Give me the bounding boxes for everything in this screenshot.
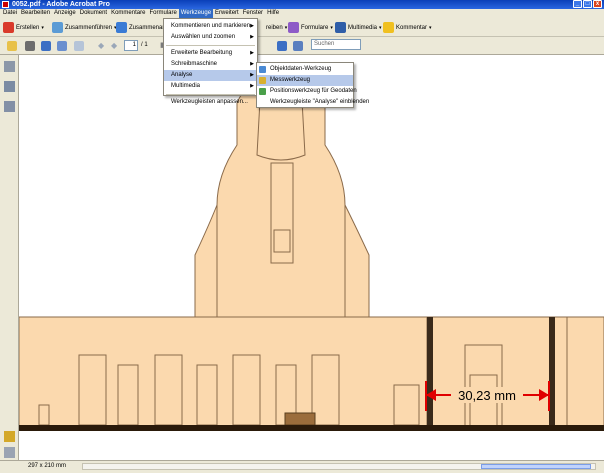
altar-block (284, 412, 316, 426)
menu-item-object-data-tool[interactable]: Objektdaten-Werkzeug (257, 64, 353, 75)
menu-hilfe[interactable]: Hilfe (265, 9, 281, 18)
layers-panel-icon[interactable] (4, 431, 15, 442)
page-total: / 1 (141, 42, 148, 48)
page-number-input[interactable]: 1 (124, 40, 138, 51)
fit-page-icon[interactable] (277, 41, 287, 51)
menu-formulare[interactable]: Formulare (147, 9, 178, 18)
close-button[interactable]: x (593, 0, 602, 8)
maximize-button[interactable]: □ (583, 0, 592, 8)
window-title: 0052.pdf - Adobe Acrobat Pro (12, 1, 110, 8)
tools-menu: Kommentieren und markieren ▶ Auswählen un… (163, 18, 258, 105)
open-folder-icon[interactable] (7, 41, 17, 51)
menu-anzeige[interactable]: Anzeige (52, 9, 78, 18)
horizontal-scrollbar[interactable] (82, 463, 596, 470)
menu-item-advanced-editing[interactable]: Erweiterte Bearbeitung ▶ (164, 48, 257, 59)
menu-bar: Datei Bearbeiten Anzeige Dokument Kommen… (0, 9, 604, 18)
analyse-submenu: Objektdaten-Werkzeug Messwerkzeug Positi… (256, 62, 369, 108)
pages-panel-icon[interactable] (4, 61, 15, 72)
ruler-icon (259, 77, 266, 84)
menu-item-comment-markup[interactable]: Kommentieren und markieren ▶ (164, 21, 257, 32)
geo-location-icon (259, 88, 266, 95)
task-toolbar: Erstellen▾ Zusammenführen▾ Zusammenarb r… (0, 18, 604, 37)
measure-label: 30,23 mm (458, 388, 516, 403)
menu-item-typewriter[interactable]: Schreibmaschine ▶ (164, 59, 257, 70)
menu-separator (166, 45, 255, 46)
menu-kommentare[interactable]: Kommentare (109, 9, 147, 18)
menu-item-geospatial-location-tool[interactable]: Positionswerkzeug für Geodaten (257, 86, 357, 97)
menu-item-select-zoom[interactable]: Auswählen und zoomen ▶ (164, 32, 257, 43)
menu-bearbeiten[interactable]: Bearbeiten (19, 9, 52, 18)
collaborate-button[interactable]: Zusammenarb (116, 21, 168, 34)
sphinx-drawing: 30,23 mm (19, 71, 604, 431)
menu-item-measuring-tool[interactable]: Messwerkzeug (257, 75, 353, 86)
sign-button[interactable]: reiben ▾ (266, 21, 287, 34)
menu-erweitert[interactable]: Erweitert (213, 9, 241, 18)
forms-button[interactable]: Formulare ▾ (288, 21, 333, 34)
file-toolbar: ◆ ◆ ▮ ▾ (0, 37, 604, 55)
multimedia-icon (335, 22, 346, 33)
menu-item-multimedia[interactable]: Multimedia ▶ (164, 81, 257, 92)
forms-icon (288, 22, 299, 33)
signatures-panel-icon[interactable] (4, 101, 15, 112)
scrollbar-thumb[interactable] (481, 464, 591, 469)
menu-fenster[interactable]: Fenster (241, 9, 265, 18)
title-bar: 0052.pdf - Adobe Acrobat Pro _ □ x (0, 0, 604, 9)
acrobat-app-icon (2, 1, 9, 8)
email-icon[interactable] (57, 41, 67, 51)
menu-item-analyse[interactable]: Analyse ▶ (164, 70, 257, 81)
menu-werkzeuge[interactable]: Werkzeuge (178, 9, 214, 18)
print-icon[interactable] (25, 41, 35, 51)
bookmarks-panel-icon[interactable] (4, 81, 15, 92)
full-screen-icon[interactable] (293, 41, 303, 51)
attachments-panel-icon[interactable] (4, 447, 15, 458)
navigation-panel (0, 55, 19, 460)
minimize-button[interactable]: _ (573, 0, 582, 8)
combine-button[interactable]: Zusammenführen▾ (52, 21, 117, 34)
menu-item-customize-toolbars[interactable]: Werkzeugleisten anpassen... (164, 97, 257, 108)
next-page-icon[interactable]: ◆ (111, 41, 117, 50)
object-data-icon (259, 66, 266, 73)
previous-page-icon[interactable]: ◆ (98, 41, 104, 50)
document-view: 30,23 mm (19, 55, 604, 460)
ground-line (19, 425, 604, 431)
menu-datei[interactable]: Datei (1, 9, 19, 18)
comment-button[interactable]: Kommentar ▾ (383, 21, 432, 34)
search-input[interactable]: Suchen (311, 39, 361, 50)
menu-dokument[interactable]: Dokument (78, 9, 109, 18)
upload-icon[interactable] (74, 41, 84, 51)
menu-separator (166, 94, 255, 95)
create-button[interactable]: Erstellen ▾ (3, 21, 44, 34)
create-pdf-icon (3, 22, 14, 33)
menu-item-show-analysis-toolbar[interactable]: Werkzeugleiste "Analyse" einblenden (257, 97, 369, 108)
save-icon[interactable] (41, 41, 51, 51)
page-size-label: 297 x 210 mm (28, 463, 67, 469)
window-controls: _ □ x (573, 0, 602, 8)
comment-icon (383, 22, 394, 33)
combine-files-icon (52, 22, 63, 33)
collaborate-icon (116, 22, 127, 33)
multimedia-button[interactable]: Multimedia ▾ (335, 21, 382, 34)
